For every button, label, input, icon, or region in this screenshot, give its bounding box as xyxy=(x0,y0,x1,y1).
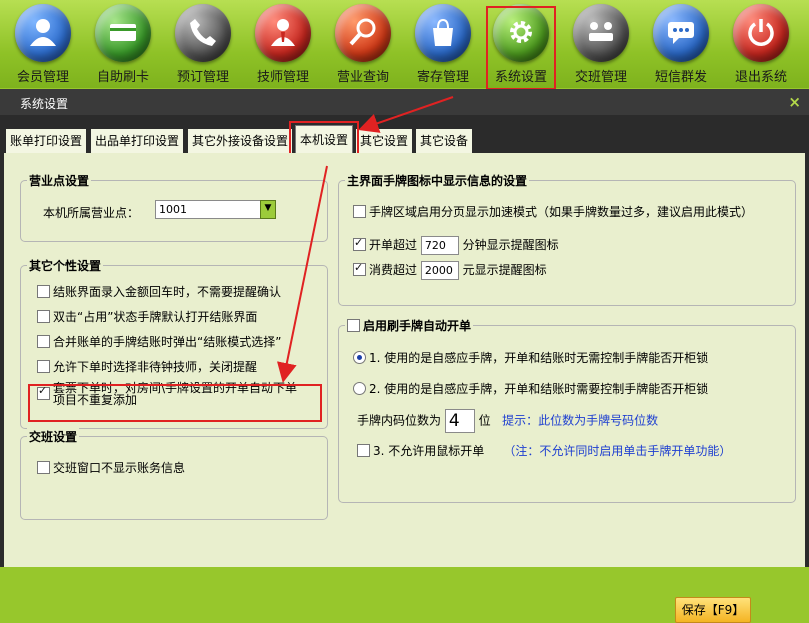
annotation-arrows xyxy=(276,96,454,383)
save-button[interactable]: 保存【F9】 xyxy=(675,597,751,623)
arrow-to-option xyxy=(276,165,328,383)
arrow-to-tab xyxy=(358,96,454,133)
